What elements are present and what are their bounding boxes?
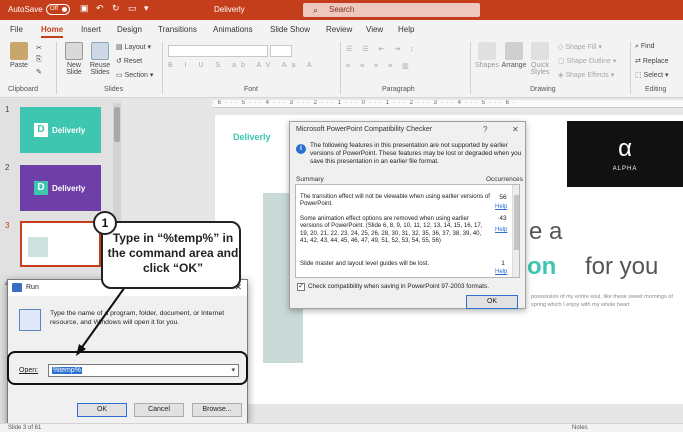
step-number-badge: 1 — [93, 211, 117, 235]
callout-text: Type in “%temp%” in the command area and… — [107, 231, 239, 275]
annotation-arrow-line — [79, 286, 126, 351]
annotation-arrow-head — [76, 344, 86, 356]
status-bar: Slide 3 of 61 Notes — [0, 423, 683, 432]
notes-button[interactable]: Notes — [572, 425, 588, 431]
instruction-callout: Type in “%temp%” in the command area and… — [101, 221, 241, 289]
slide-counter: Slide 3 of 61 — [8, 425, 42, 431]
